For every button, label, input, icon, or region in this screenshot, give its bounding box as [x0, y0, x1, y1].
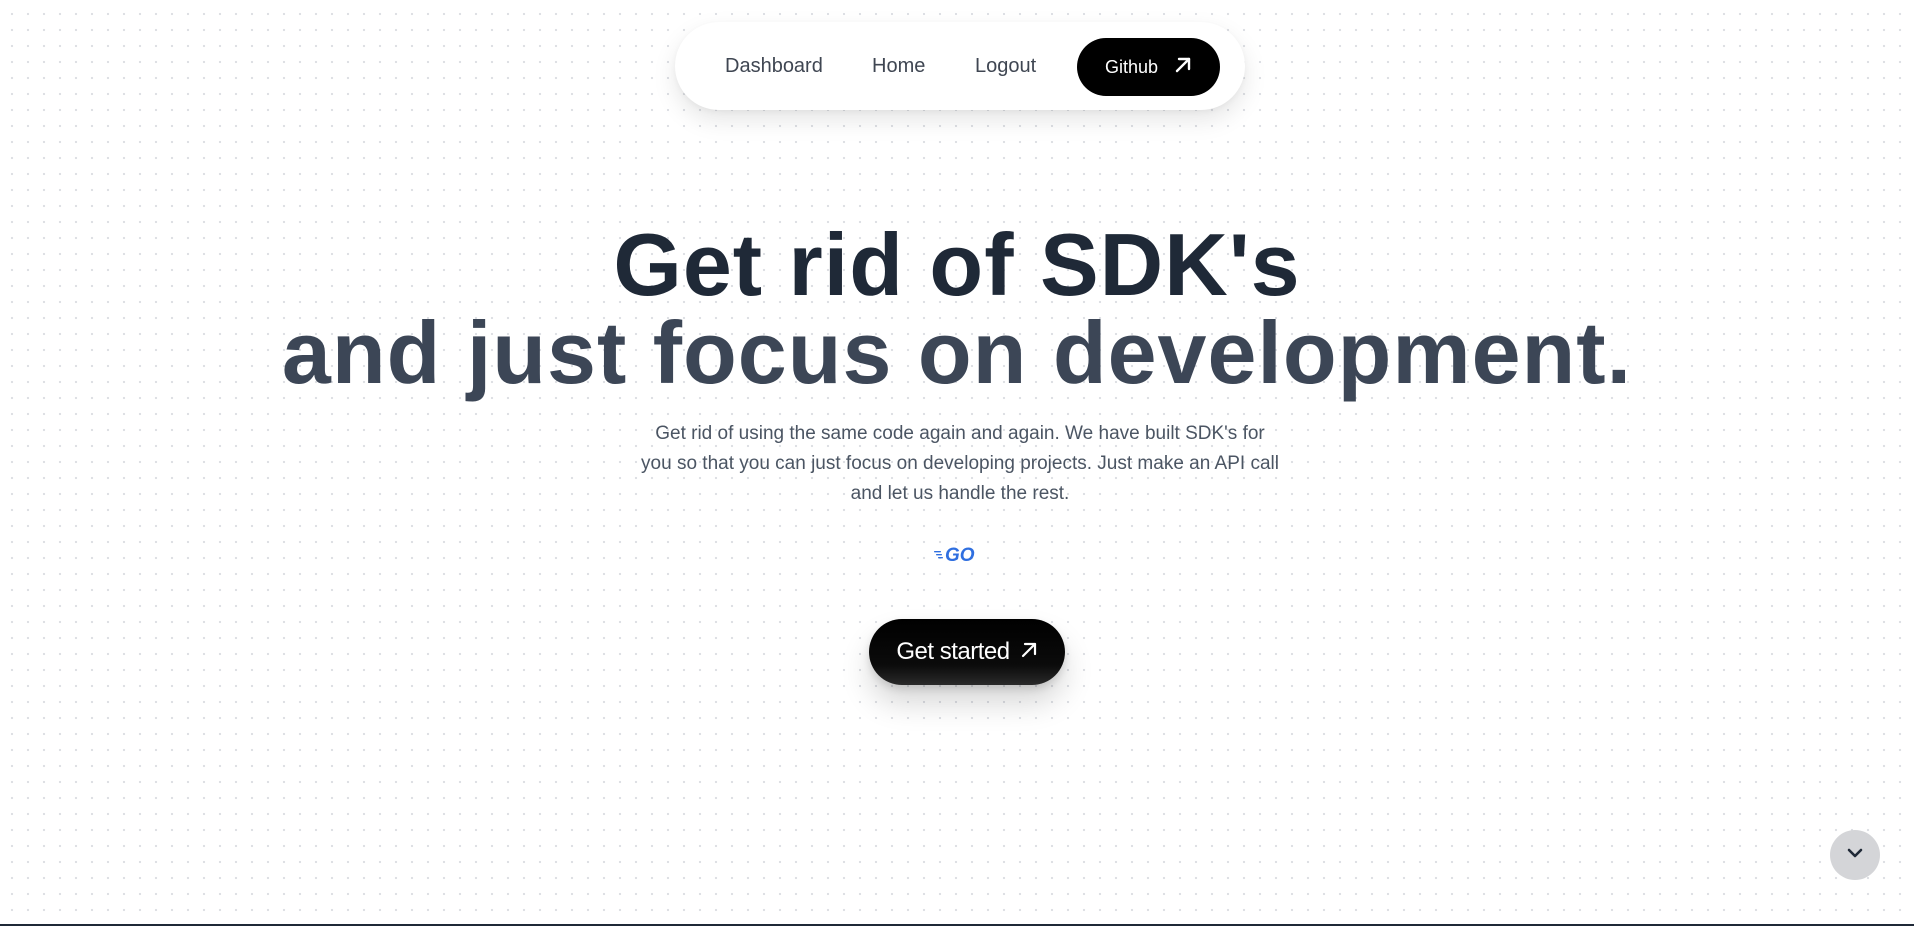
hero-title-line-2: and just focus on development. — [281, 303, 1633, 402]
hero-title-line-1: Get rid of SDK's — [613, 215, 1301, 314]
svg-text:GO: GO — [945, 545, 975, 564]
nav-link-home[interactable]: Home — [872, 22, 925, 110]
go-logo: GO — [934, 544, 986, 566]
page: Dashboard Home Logout Github Get rid of … — [0, 0, 1914, 926]
chevron-down-icon — [1845, 843, 1865, 868]
get-started-label: Get started — [896, 638, 1010, 665]
nav-link-logout[interactable]: Logout — [975, 22, 1036, 110]
arrow-up-right-icon — [1174, 56, 1192, 79]
arrow-up-right-icon — [1020, 638, 1038, 666]
scroll-down-button[interactable] — [1830, 830, 1880, 880]
hero-description: Get rid of using the same code again and… — [641, 423, 1279, 504]
github-button-label: Github — [1104, 56, 1159, 77]
get-started-button[interactable]: Get started — [869, 619, 1065, 685]
nav-link-dashboard[interactable]: Dashboard — [725, 22, 823, 110]
github-button[interactable]: Github — [1077, 38, 1220, 96]
top-navbar: Dashboard Home Logout Github — [675, 22, 1245, 110]
